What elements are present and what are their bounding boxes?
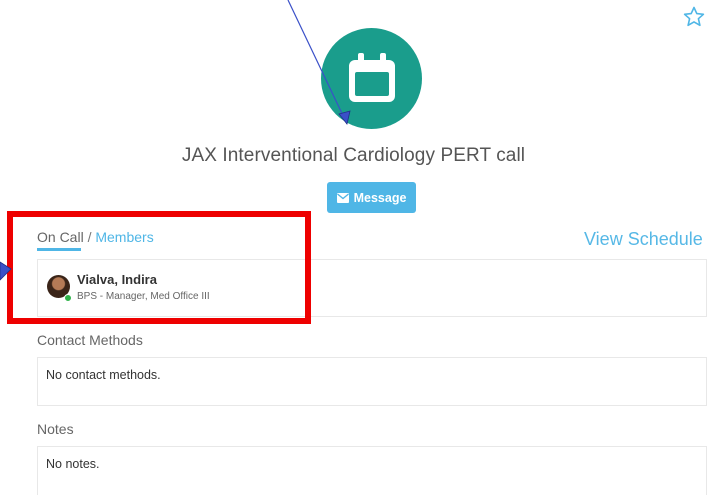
highlight-box bbox=[7, 211, 311, 324]
contact-methods-heading: Contact Methods bbox=[37, 332, 143, 348]
group-avatar bbox=[321, 28, 422, 129]
star-icon[interactable] bbox=[682, 5, 706, 29]
notes-empty: No notes. bbox=[46, 457, 100, 471]
notes-heading: Notes bbox=[37, 421, 74, 437]
contact-methods-empty: No contact methods. bbox=[46, 368, 161, 382]
group-title: JAX Interventional Cardiology PERT call bbox=[181, 145, 526, 166]
envelope-icon bbox=[336, 192, 349, 203]
view-schedule-link[interactable]: View Schedule bbox=[584, 229, 703, 250]
notes-panel bbox=[37, 446, 707, 495]
message-button[interactable]: Message bbox=[327, 182, 416, 213]
message-button-label: Message bbox=[353, 190, 407, 205]
calendar-icon bbox=[349, 53, 395, 102]
